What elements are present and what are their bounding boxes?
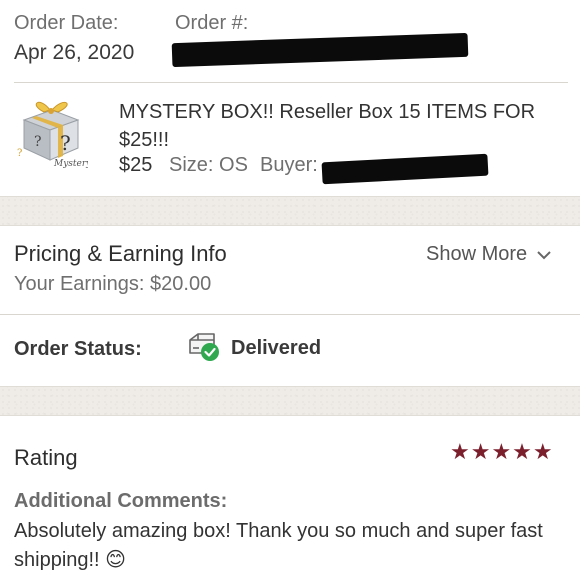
item-thumbnail[interactable]: ? ? ? Mystery bbox=[14, 96, 92, 170]
svg-text:?: ? bbox=[17, 148, 22, 159]
show-more-label: Show More bbox=[426, 243, 528, 265]
package-delivered-icon bbox=[187, 331, 221, 363]
section-separator bbox=[0, 386, 580, 416]
redacted-buyer-name bbox=[321, 153, 489, 185]
item-price: $25 bbox=[119, 154, 153, 176]
rating-stars: ★★★★★ bbox=[450, 439, 554, 464]
additional-comments-text: Absolutely amazing box! Thank you so muc… bbox=[14, 520, 543, 571]
svg-text:?: ? bbox=[60, 131, 71, 155]
chevron-down-icon bbox=[537, 250, 551, 259]
your-earnings: Your Earnings: $20.00 bbox=[14, 273, 212, 295]
redacted-order-number bbox=[171, 32, 469, 68]
item-size: Size: OS bbox=[169, 154, 248, 176]
order-status-value: Delivered bbox=[231, 337, 322, 359]
divider bbox=[14, 82, 568, 83]
svg-text:Mystery: Mystery bbox=[53, 159, 88, 169]
mystery-box-icon: ? ? ? Mystery bbox=[17, 101, 92, 169]
order-date-value: Apr 26, 2020 bbox=[14, 41, 135, 64]
pricing-section-title: Pricing & Earning Info bbox=[14, 241, 227, 266]
svg-text:?: ? bbox=[34, 134, 42, 150]
item-title[interactable]: MYSTERY BOX!! Reseller Box 15 ITEMS FOR … bbox=[119, 98, 559, 154]
order-date-label: Order Date: bbox=[14, 12, 119, 34]
show-more-button[interactable]: Show More bbox=[426, 243, 552, 266]
order-status-label: Order Status: bbox=[14, 338, 142, 360]
item-buyer-label: Buyer: bbox=[260, 154, 318, 176]
section-separator bbox=[0, 196, 580, 226]
additional-comments-label: Additional Comments: bbox=[14, 490, 228, 512]
order-number-label: Order #: bbox=[175, 12, 249, 34]
rating-title: Rating bbox=[14, 445, 78, 470]
divider bbox=[0, 314, 580, 315]
